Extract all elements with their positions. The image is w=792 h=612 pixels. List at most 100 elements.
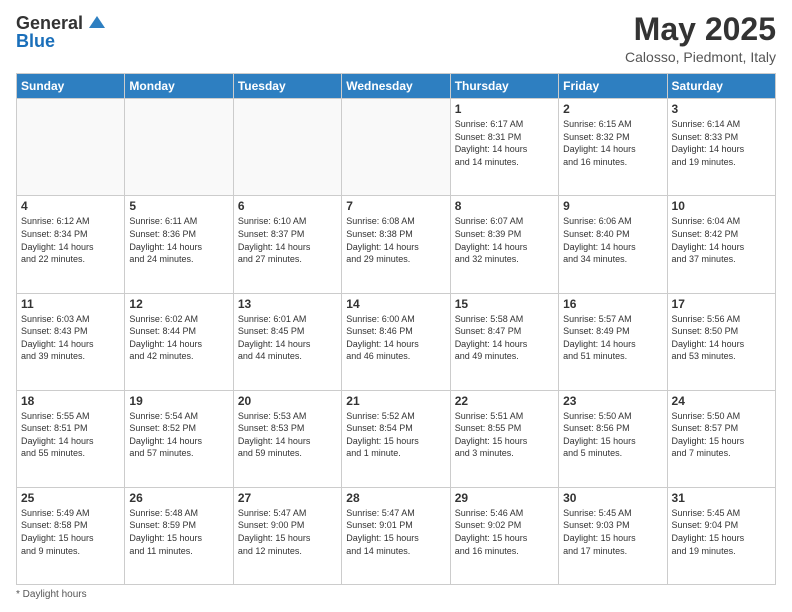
weekday-header-monday: Monday: [125, 74, 233, 99]
day-info: Sunrise: 6:04 AM Sunset: 8:42 PM Dayligh…: [672, 215, 771, 265]
calendar-cell: [125, 99, 233, 196]
calendar-week-3: 11 Sunrise: 6:03 AM Sunset: 8:43 PM Dayli…: [17, 293, 776, 390]
day-info: Sunrise: 6:07 AM Sunset: 8:39 PM Dayligh…: [455, 215, 554, 265]
day-number: 18: [21, 394, 120, 408]
day-number: 30: [563, 491, 662, 505]
header: General Blue May 2025 Calosso, Piedmont,…: [16, 12, 776, 65]
calendar-cell: 18Sunrise: 5:55 AM Sunset: 8:51 PM Dayli…: [17, 390, 125, 487]
calendar-cell: 2 Sunrise: 6:15 AM Sunset: 8:32 PM Daylig…: [559, 99, 667, 196]
day-info: Sunrise: 6:06 AM Sunset: 8:40 PM Dayligh…: [563, 215, 662, 265]
day-number: 31: [672, 491, 771, 505]
calendar-cell: 21 Sunrise: 5:52 AM Sunset: 8:54 PM Dayli…: [342, 390, 450, 487]
page: General Blue May 2025 Calosso, Piedmont,…: [0, 0, 792, 612]
day-info: Sunrise: 5:46 AM Sunset: 9:02 PM Dayligh…: [455, 507, 554, 557]
calendar-table: SundayMondayTuesdayWednesdayThursdayFrid…: [16, 73, 776, 585]
day-info: Sunrise: 5:53 AM Sunset: 8:53 PM Dayligh…: [238, 410, 337, 460]
day-info: Sunrise: 6:15 AM Sunset: 8:32 PM Dayligh…: [563, 118, 662, 168]
day-number: 8: [455, 199, 554, 213]
day-info: Sunrise: 6:02 AM Sunset: 8:44 PM Dayligh…: [129, 313, 228, 363]
calendar-cell: 26 Sunrise: 5:48 AM Sunset: 8:59 PM Dayli…: [125, 487, 233, 584]
calendar-cell: 29 Sunrise: 5:46 AM Sunset: 9:02 PM Dayli…: [450, 487, 558, 584]
calendar-cell: 30 Sunrise: 5:45 AM Sunset: 9:03 PM Dayli…: [559, 487, 667, 584]
calendar-cell: 11 Sunrise: 6:03 AM Sunset: 8:43 PM Dayli…: [17, 293, 125, 390]
day-number: 24: [672, 394, 771, 408]
day-number: 10: [672, 199, 771, 213]
footer-note: * Daylight hours: [16, 589, 776, 600]
day-number: 28: [346, 491, 445, 505]
footer-text: Daylight hours: [23, 589, 87, 600]
weekday-header-saturday: Saturday: [667, 74, 775, 99]
calendar-cell: 9Sunrise: 6:06 AM Sunset: 8:40 PM Daylig…: [559, 196, 667, 293]
calendar-cell: 13 Sunrise: 6:01 AM Sunset: 8:45 PM Dayli…: [233, 293, 341, 390]
calendar-cell: 6Sunrise: 6:10 AM Sunset: 8:37 PM Daylig…: [233, 196, 341, 293]
calendar-cell: 12 Sunrise: 6:02 AM Sunset: 8:44 PM Dayli…: [125, 293, 233, 390]
calendar-cell: 28Sunrise: 5:47 AM Sunset: 9:01 PM Dayli…: [342, 487, 450, 584]
day-info: Sunrise: 6:08 AM Sunset: 8:38 PM Dayligh…: [346, 215, 445, 265]
calendar-cell: 1 Sunrise: 6:17 AM Sunset: 8:31 PM Daylig…: [450, 99, 558, 196]
calendar-cell: 15 Sunrise: 5:58 AM Sunset: 8:47 PM Dayli…: [450, 293, 558, 390]
calendar-cell: [17, 99, 125, 196]
weekday-header-friday: Friday: [559, 74, 667, 99]
calendar-week-4: 18Sunrise: 5:55 AM Sunset: 8:51 PM Dayli…: [17, 390, 776, 487]
weekday-header-thursday: Thursday: [450, 74, 558, 99]
day-info: Sunrise: 5:49 AM Sunset: 8:58 PM Dayligh…: [21, 507, 120, 557]
calendar-cell: 4Sunrise: 6:12 AM Sunset: 8:34 PM Daylig…: [17, 196, 125, 293]
day-number: 23: [563, 394, 662, 408]
day-number: 4: [21, 199, 120, 213]
calendar-week-2: 4Sunrise: 6:12 AM Sunset: 8:34 PM Daylig…: [17, 196, 776, 293]
day-number: 1: [455, 102, 554, 116]
calendar-cell: 31 Sunrise: 5:45 AM Sunset: 9:04 PM Dayli…: [667, 487, 775, 584]
day-info: Sunrise: 5:51 AM Sunset: 8:55 PM Dayligh…: [455, 410, 554, 460]
day-info: Sunrise: 6:00 AM Sunset: 8:46 PM Dayligh…: [346, 313, 445, 363]
day-number: 19: [129, 394, 228, 408]
calendar-week-1: 1 Sunrise: 6:17 AM Sunset: 8:31 PM Daylig…: [17, 99, 776, 196]
day-info: Sunrise: 6:01 AM Sunset: 8:45 PM Dayligh…: [238, 313, 337, 363]
day-info: Sunrise: 5:57 AM Sunset: 8:49 PM Dayligh…: [563, 313, 662, 363]
day-number: 3: [672, 102, 771, 116]
logo-icon: [85, 12, 109, 36]
calendar-cell: 16Sunrise: 5:57 AM Sunset: 8:49 PM Dayli…: [559, 293, 667, 390]
day-info: Sunrise: 6:03 AM Sunset: 8:43 PM Dayligh…: [21, 313, 120, 363]
calendar-cell: 7Sunrise: 6:08 AM Sunset: 8:38 PM Daylig…: [342, 196, 450, 293]
day-info: Sunrise: 5:56 AM Sunset: 8:50 PM Dayligh…: [672, 313, 771, 363]
day-info: Sunrise: 5:45 AM Sunset: 9:04 PM Dayligh…: [672, 507, 771, 557]
day-number: 29: [455, 491, 554, 505]
day-info: Sunrise: 5:58 AM Sunset: 8:47 PM Dayligh…: [455, 313, 554, 363]
day-number: 21: [346, 394, 445, 408]
day-info: Sunrise: 5:48 AM Sunset: 8:59 PM Dayligh…: [129, 507, 228, 557]
day-number: 15: [455, 297, 554, 311]
day-number: 2: [563, 102, 662, 116]
day-number: 26: [129, 491, 228, 505]
calendar-cell: [233, 99, 341, 196]
calendar-cell: [342, 99, 450, 196]
calendar-cell: 23Sunrise: 5:50 AM Sunset: 8:56 PM Dayli…: [559, 390, 667, 487]
calendar-cell: 20Sunrise: 5:53 AM Sunset: 8:53 PM Dayli…: [233, 390, 341, 487]
day-info: Sunrise: 6:14 AM Sunset: 8:33 PM Dayligh…: [672, 118, 771, 168]
day-number: 13: [238, 297, 337, 311]
day-number: 5: [129, 199, 228, 213]
calendar-cell: 22 Sunrise: 5:51 AM Sunset: 8:55 PM Dayli…: [450, 390, 558, 487]
calendar-cell: 25 Sunrise: 5:49 AM Sunset: 8:58 PM Dayli…: [17, 487, 125, 584]
day-number: 11: [21, 297, 120, 311]
calendar-header-row: SundayMondayTuesdayWednesdayThursdayFrid…: [17, 74, 776, 99]
day-info: Sunrise: 5:50 AM Sunset: 8:57 PM Dayligh…: [672, 410, 771, 460]
day-number: 25: [21, 491, 120, 505]
day-info: Sunrise: 6:17 AM Sunset: 8:31 PM Dayligh…: [455, 118, 554, 168]
calendar-cell: 14 Sunrise: 6:00 AM Sunset: 8:46 PM Dayli…: [342, 293, 450, 390]
calendar-cell: 5Sunrise: 6:11 AM Sunset: 8:36 PM Daylig…: [125, 196, 233, 293]
calendar-cell: 17Sunrise: 5:56 AM Sunset: 8:50 PM Dayli…: [667, 293, 775, 390]
calendar-cell: 24 Sunrise: 5:50 AM Sunset: 8:57 PM Dayli…: [667, 390, 775, 487]
weekday-header-sunday: Sunday: [17, 74, 125, 99]
day-number: 12: [129, 297, 228, 311]
calendar-cell: 19 Sunrise: 5:54 AM Sunset: 8:52 PM Dayli…: [125, 390, 233, 487]
day-number: 14: [346, 297, 445, 311]
day-info: Sunrise: 6:10 AM Sunset: 8:37 PM Dayligh…: [238, 215, 337, 265]
day-info: Sunrise: 5:45 AM Sunset: 9:03 PM Dayligh…: [563, 507, 662, 557]
day-info: Sunrise: 5:52 AM Sunset: 8:54 PM Dayligh…: [346, 410, 445, 460]
subtitle: Calosso, Piedmont, Italy: [625, 49, 776, 65]
day-number: 22: [455, 394, 554, 408]
day-info: Sunrise: 5:54 AM Sunset: 8:52 PM Dayligh…: [129, 410, 228, 460]
day-number: 27: [238, 491, 337, 505]
weekday-header-tuesday: Tuesday: [233, 74, 341, 99]
calendar-cell: 3 Sunrise: 6:14 AM Sunset: 8:33 PM Daylig…: [667, 99, 775, 196]
